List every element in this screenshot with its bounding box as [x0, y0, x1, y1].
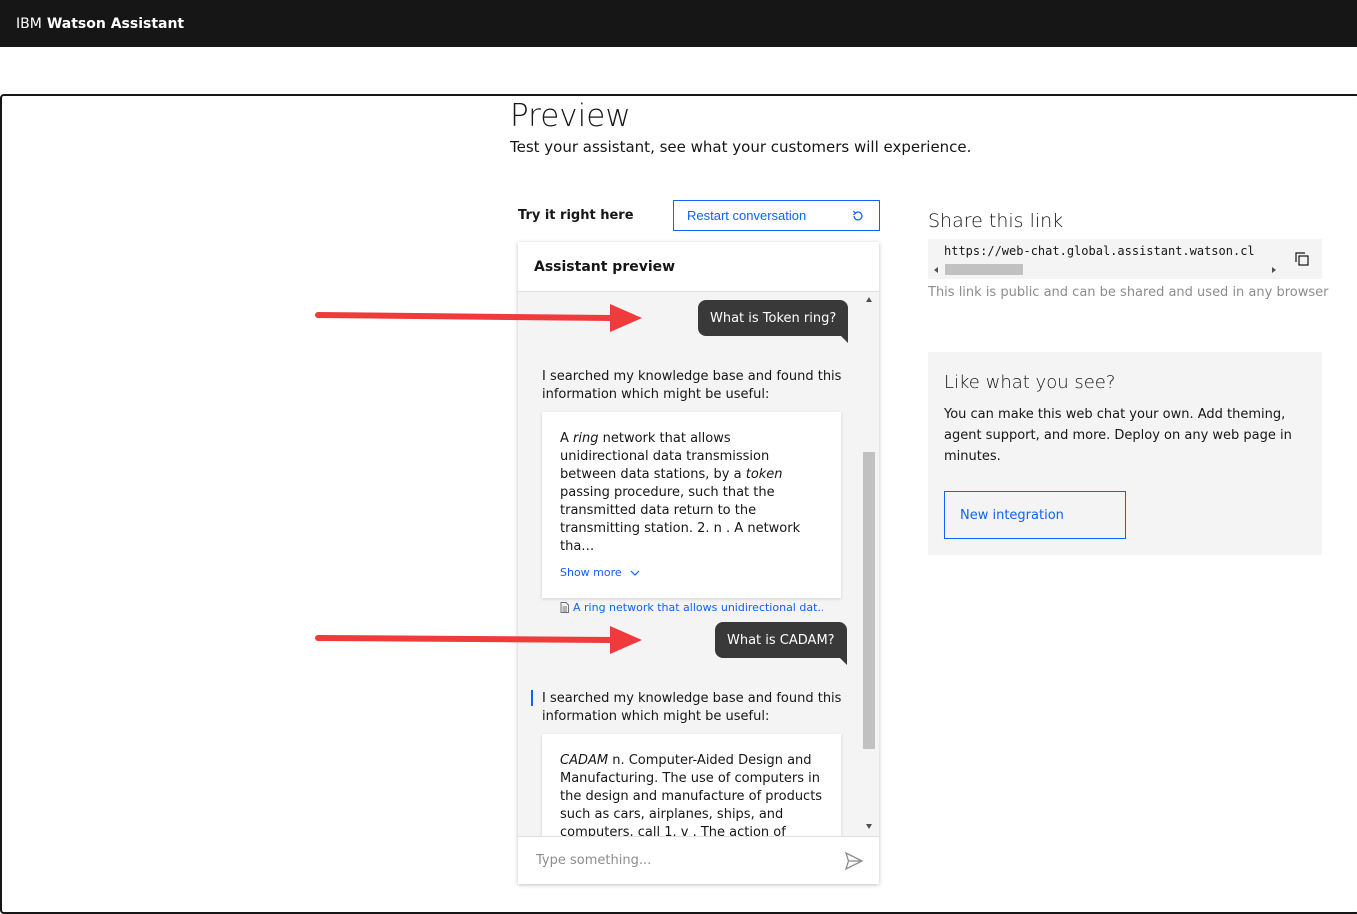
- send-icon[interactable]: [844, 851, 864, 871]
- chat-messages[interactable]: What is Token ring? I searched my knowle…: [518, 292, 879, 836]
- bot-message-text: I searched my knowledge base and found t…: [542, 691, 842, 724]
- promo-text: You can make this web chat your own. Add…: [944, 407, 1292, 464]
- promo-tile: Like what you see? You can make this web…: [928, 352, 1322, 555]
- restart-button-label: Restart conversation: [687, 208, 807, 223]
- red-arrow-annotation: [315, 304, 642, 332]
- chat-header: Assistant preview: [518, 242, 879, 292]
- scroll-down-arrow-icon[interactable]: [866, 824, 872, 829]
- source-link[interactable]: A ring network that allows unidirectiona…: [560, 601, 823, 614]
- search-result-text: CADAM n. Computer-Aided Design and Manuf…: [560, 753, 823, 836]
- share-link-box: https://web-chat.global.assistant.watson…: [928, 239, 1322, 279]
- user-message: What is CADAM?: [715, 622, 847, 665]
- source-link-label: A ring network that allows unidirectiona…: [573, 601, 823, 614]
- copy-icon[interactable]: [1294, 251, 1310, 267]
- message-input[interactable]: [518, 837, 828, 884]
- search-result-card: A ring network that allows unidirectiona…: [542, 412, 841, 614]
- bot-message-text: I searched my knowledge base and found t…: [542, 369, 842, 402]
- chevron-down-icon: [630, 570, 640, 576]
- share-link-note: This link is public and can be shared an…: [928, 285, 1329, 300]
- show-more-link[interactable]: Show more: [560, 566, 823, 579]
- brand-name: Watson Assistant: [46, 15, 185, 32]
- brand-prefix: IBM: [16, 15, 42, 32]
- share-link-title: Share this link: [928, 210, 1064, 232]
- document-icon: [560, 602, 569, 613]
- scroll-up-arrow-icon[interactable]: [866, 297, 872, 302]
- try-it-label: Try it right here: [518, 208, 634, 223]
- url-scrollbar-thumb[interactable]: [945, 264, 1023, 275]
- scroll-left-arrow-icon[interactable]: [934, 267, 938, 273]
- search-result-text: A ring network that allows unidirectiona…: [560, 431, 801, 554]
- search-result-card: CADAM n. Computer-Aided Design and Manuf…: [542, 734, 841, 836]
- share-url[interactable]: https://web-chat.global.assistant.watson…: [944, 244, 1254, 258]
- chat-input-bar: [518, 836, 879, 884]
- focus-indicator: [531, 690, 533, 706]
- chat-scrollbar-thumb[interactable]: [863, 452, 875, 749]
- assistant-preview-panel: Assistant preview What is Token ring? I …: [518, 242, 879, 884]
- restart-conversation-button[interactable]: Restart conversation: [673, 200, 880, 231]
- new-integration-button[interactable]: New integration: [944, 491, 1126, 539]
- page-title: Preview: [510, 98, 631, 134]
- red-arrow-annotation: [315, 626, 642, 654]
- show-more-label: Show more: [560, 566, 622, 579]
- user-message: What is Token ring?: [698, 300, 849, 343]
- page-subtitle: Test your assistant, see what your custo…: [510, 138, 972, 156]
- top-bar: IBM Watson Assistant: [0, 0, 1357, 47]
- restart-icon: [852, 210, 863, 220]
- scroll-right-arrow-icon[interactable]: [1272, 267, 1276, 273]
- promo-title: Like what you see?: [944, 372, 1116, 393]
